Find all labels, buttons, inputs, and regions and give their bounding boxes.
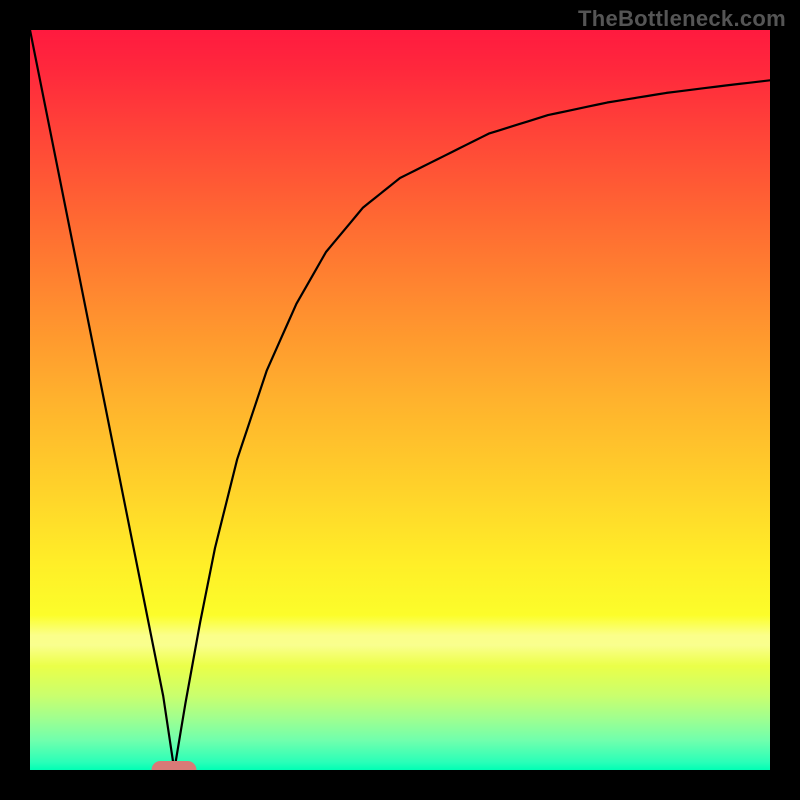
curve-left-branch xyxy=(30,30,174,770)
plot-area xyxy=(30,30,770,770)
watermark-text: TheBottleneck.com xyxy=(578,6,786,32)
chart-frame: TheBottleneck.com xyxy=(0,0,800,800)
curve-right-branch xyxy=(174,80,770,770)
optimal-point-marker xyxy=(152,761,197,770)
curves-layer xyxy=(30,30,770,770)
